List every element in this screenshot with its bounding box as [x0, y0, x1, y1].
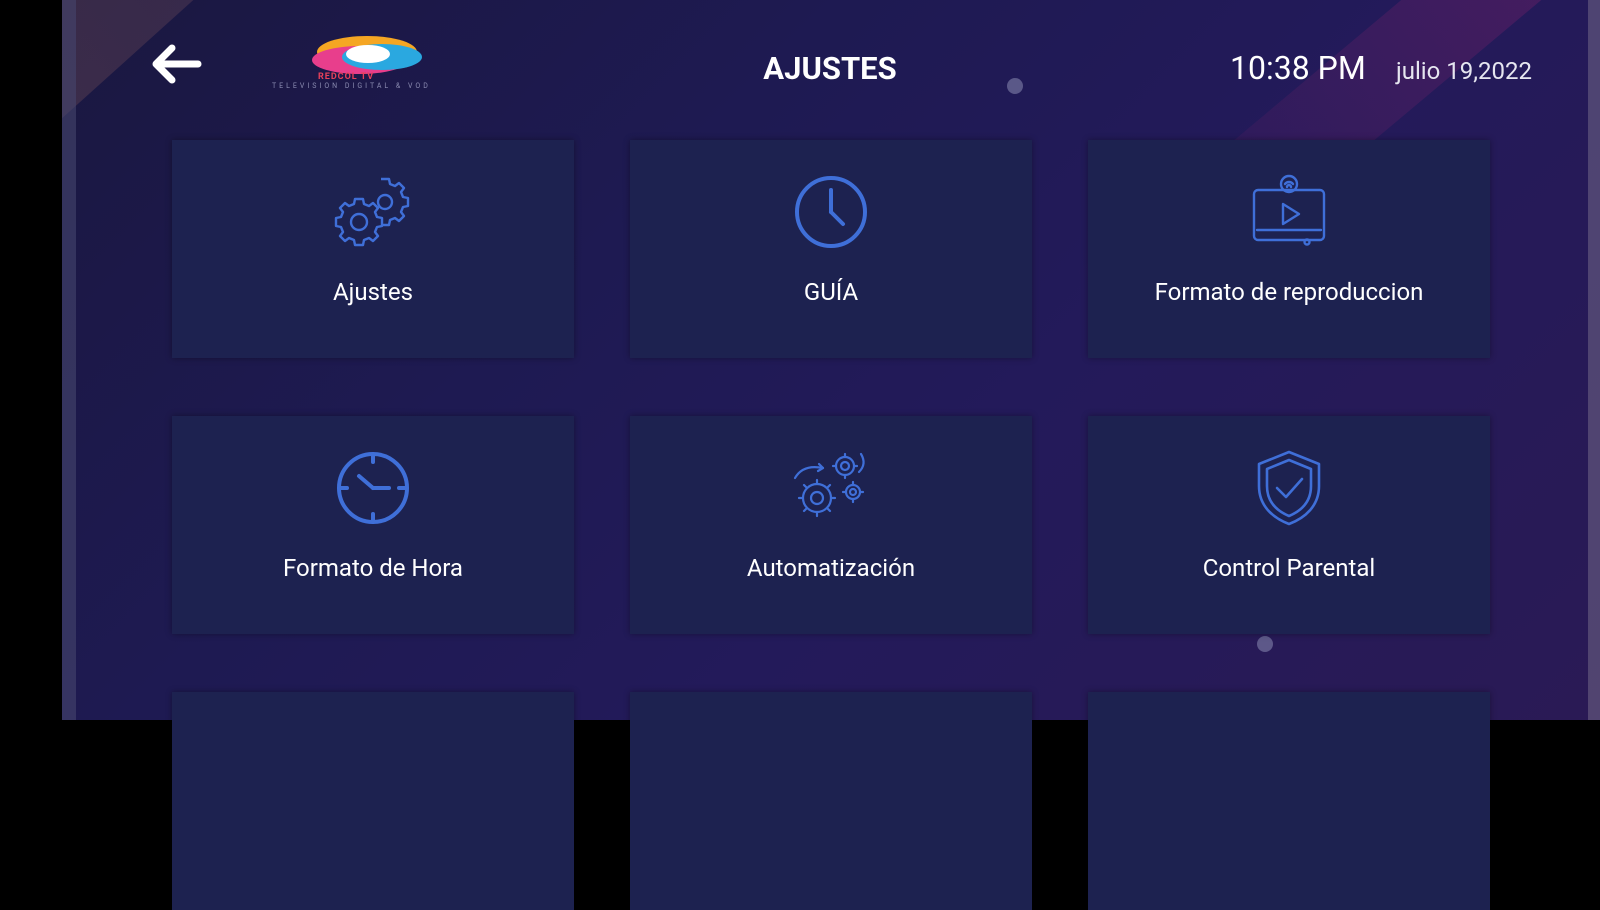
- card-formato-hora[interactable]: Formato de Hora: [172, 416, 574, 634]
- stopwatch-icon: [337, 452, 409, 524]
- automation-gears-icon: [793, 452, 865, 518]
- gears-icon: [334, 177, 410, 247]
- card-row3-3[interactable]: [1088, 692, 1490, 910]
- right-edge: [1588, 0, 1600, 720]
- card-guia[interactable]: GUÍA: [630, 140, 1032, 358]
- shield-check-icon: [1257, 450, 1321, 526]
- card-control-parental[interactable]: Control Parental: [1088, 416, 1490, 634]
- card-label: Formato de reproduccion: [1154, 278, 1424, 306]
- background-dot: [1257, 636, 1273, 652]
- card-label: Control Parental: [1202, 554, 1376, 582]
- card-label: Formato de Hora: [283, 554, 463, 582]
- card-label: GUÍA: [803, 278, 859, 306]
- clock-date: julio 19,2022: [1396, 57, 1532, 85]
- card-formato-reproduccion[interactable]: Formato de reproduccion: [1088, 140, 1490, 358]
- clock-time: 10:38 PM: [1230, 49, 1366, 87]
- card-row3-2[interactable]: [630, 692, 1032, 910]
- card-ajustes[interactable]: Ajustes: [172, 140, 574, 358]
- left-edge: [62, 0, 76, 720]
- card-label: Ajustes: [333, 278, 413, 306]
- card-label: Automatización: [746, 554, 916, 582]
- video-player-icon: [1252, 174, 1326, 246]
- clock-icon: [795, 176, 867, 248]
- card-row3-1[interactable]: [172, 692, 574, 910]
- card-automatizacion[interactable]: Automatización: [630, 416, 1032, 634]
